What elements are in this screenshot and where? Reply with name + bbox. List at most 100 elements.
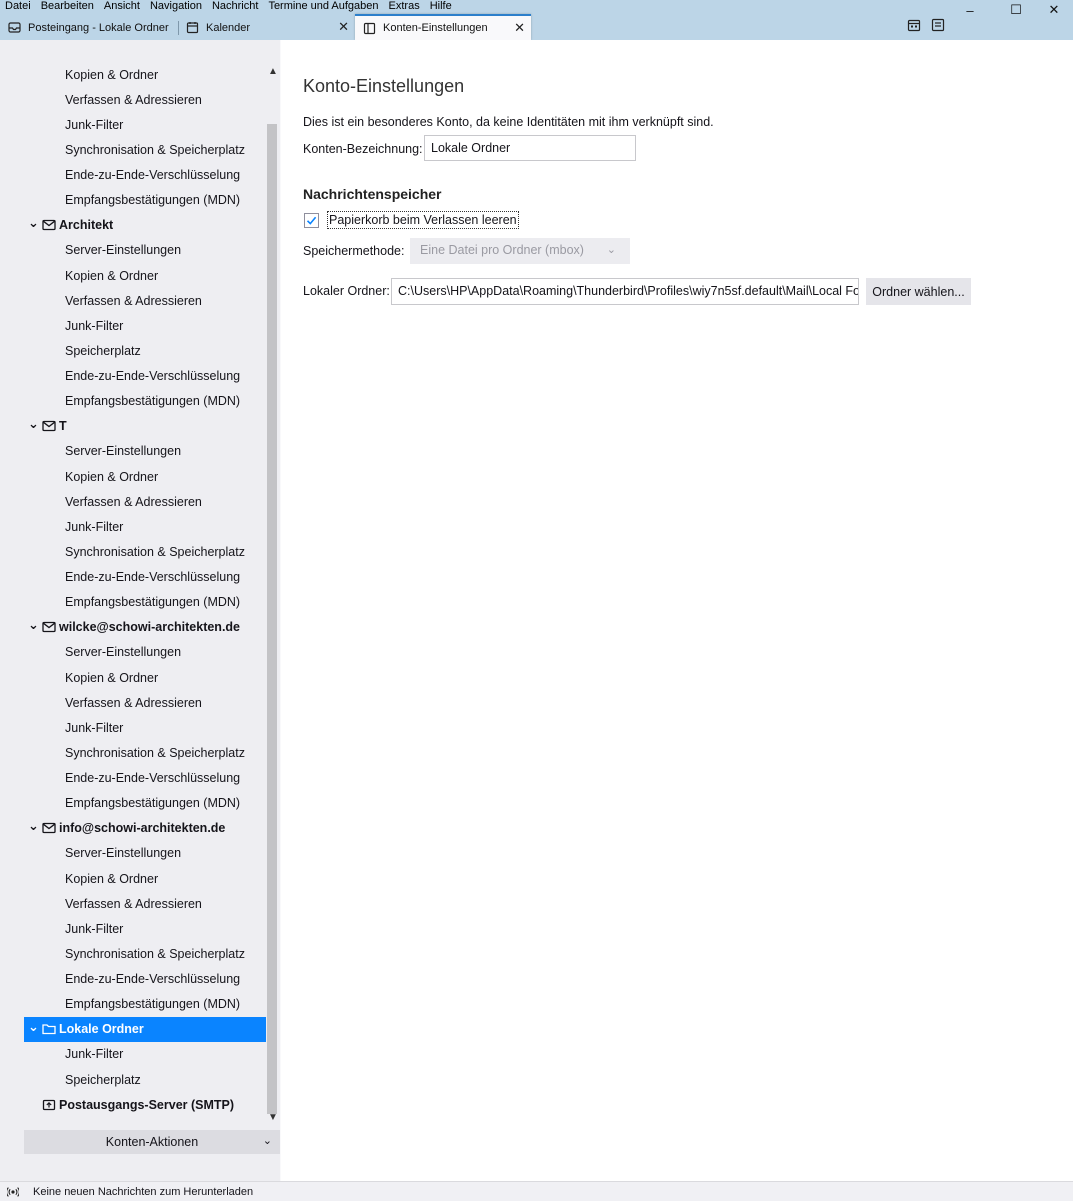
tree-item-label: Ende-zu-Ende-Verschlüsselung bbox=[65, 369, 241, 384]
tree-item[interactable]: Junk-Filter bbox=[0, 916, 266, 941]
tree-item[interactable]: Synchronisation & Speicherplatz bbox=[0, 137, 266, 162]
account-row[interactable]: ⌄ wilcke@schowi-architekten.de bbox=[0, 615, 266, 640]
minimize-button[interactable]: – bbox=[947, 0, 993, 20]
message-storage-heading: Nachrichtenspeicher bbox=[303, 186, 442, 202]
menu-hilfe[interactable]: Hilfe bbox=[425, 0, 457, 14]
tree-item[interactable]: Synchronisation & Speicherplatz bbox=[0, 539, 266, 564]
menu-bar: Datei Bearbeiten Ansicht Navigation Nach… bbox=[0, 0, 457, 14]
tree-item-label: Speicherplatz bbox=[65, 1072, 141, 1087]
tree-item[interactable]: Server-Einstellungen bbox=[0, 640, 266, 665]
tree-item[interactable]: Ende-zu-Ende-Verschlüsselung bbox=[0, 766, 266, 791]
tree-item[interactable]: Verfassen & Adressieren bbox=[0, 489, 266, 514]
choose-folder-button[interactable]: Ordner wählen... bbox=[866, 278, 971, 305]
status-bar: Keine neuen Nachrichten zum Herunterlade… bbox=[0, 1181, 1073, 1201]
close-icon[interactable]: ✕ bbox=[514, 21, 525, 35]
tab-calendar[interactable]: Kalender ✕ bbox=[178, 15, 356, 40]
account-row[interactable]: ⌄ T bbox=[0, 414, 266, 439]
tree-item-label: Kopien & Ordner bbox=[65, 67, 159, 82]
tree-item-label: Junk-Filter bbox=[65, 921, 124, 936]
calendar-icon[interactable] bbox=[907, 18, 921, 32]
sidebar-scrollbar[interactable]: ▲ ▼ bbox=[266, 60, 280, 1150]
tree-item-label: Server-Einstellungen bbox=[65, 645, 182, 660]
store-type-value: Eine Datei pro Ordner (mbox) bbox=[420, 243, 584, 257]
menu-nachricht[interactable]: Nachricht bbox=[207, 0, 263, 14]
tree-item[interactable]: Junk-Filter bbox=[0, 112, 266, 137]
tree-item[interactable]: Junk-Filter bbox=[0, 1042, 266, 1067]
tree-item[interactable]: Verfassen & Adressieren bbox=[0, 690, 266, 715]
tree-item-label: Empfangsbestätigungen (MDN) bbox=[65, 394, 241, 409]
calendar-icon bbox=[186, 21, 199, 34]
tree-item[interactable]: Empfangsbestätigungen (MDN) bbox=[0, 590, 266, 615]
account-row[interactable]: ⌄ info@schowi-architekten.de bbox=[0, 816, 266, 841]
scroll-down-icon[interactable]: ▼ bbox=[266, 1112, 280, 1123]
local-folder-label: Lokaler Ordner: bbox=[303, 284, 390, 298]
tab-account-settings[interactable]: Konten-Einstellungen ✕ bbox=[355, 14, 531, 40]
tasks-icon[interactable] bbox=[931, 18, 945, 32]
menu-datei[interactable]: Datei bbox=[0, 0, 36, 14]
account-row[interactable]: Postausgangs-Server (SMTP) bbox=[0, 1092, 266, 1117]
close-icon[interactable]: ✕ bbox=[338, 20, 349, 34]
menu-bearbeiten[interactable]: Bearbeiten bbox=[36, 0, 99, 14]
chevron-down-icon[interactable]: ⌄ bbox=[28, 417, 42, 430]
tree-item-label: Junk-Filter bbox=[65, 1047, 124, 1062]
account-description: Dies ist ein besonderes Konto, da keine … bbox=[303, 115, 714, 129]
tree-item[interactable]: Kopien & Ordner bbox=[0, 866, 266, 891]
chevron-down-icon[interactable]: ⌄ bbox=[28, 618, 42, 631]
menu-navigation[interactable]: Navigation bbox=[145, 0, 207, 14]
tree-item[interactable]: Empfangsbestätigungen (MDN) bbox=[0, 791, 266, 816]
tree-item[interactable]: Ende-zu-Ende-Verschlüsselung bbox=[0, 163, 266, 188]
tree-item[interactable]: Ende-zu-Ende-Verschlüsselung bbox=[0, 364, 266, 389]
inbox-icon bbox=[8, 21, 21, 34]
tree-item[interactable]: Kopien & Ordner bbox=[0, 263, 266, 288]
tree-item[interactable]: Kopien & Ordner bbox=[0, 464, 266, 489]
scroll-up-icon[interactable]: ▲ bbox=[266, 66, 280, 77]
tree-item[interactable]: Kopien & Ordner bbox=[0, 665, 266, 690]
tab-label: Kalender bbox=[206, 21, 251, 34]
tree-item[interactable]: Verfassen & Adressieren bbox=[0, 891, 266, 916]
tree-item[interactable]: Junk-Filter bbox=[0, 514, 266, 539]
tree-item[interactable]: Server-Einstellungen bbox=[0, 841, 266, 866]
menu-ansicht[interactable]: Ansicht bbox=[99, 0, 145, 14]
account-row[interactable]: ⌄ Architekt bbox=[0, 213, 266, 238]
tree-item[interactable]: Empfangsbestätigungen (MDN) bbox=[0, 992, 266, 1017]
empty-trash-checkbox[interactable] bbox=[304, 213, 319, 228]
tree-item-label: Server-Einstellungen bbox=[65, 444, 182, 459]
tree-item[interactable]: Server-Einstellungen bbox=[0, 238, 266, 263]
tree-item[interactable]: Speicherplatz bbox=[0, 1067, 266, 1092]
tree-item[interactable]: Ende-zu-Ende-Verschlüsselung bbox=[0, 565, 266, 590]
menu-extras[interactable]: Extras bbox=[384, 0, 425, 14]
local-folder-input[interactable]: C:\Users\HP\AppData\Roaming\Thunderbird\… bbox=[391, 278, 859, 305]
tree-item[interactable]: Synchronisation & Speicherplatz bbox=[0, 740, 266, 765]
tree-item[interactable]: Empfangsbestätigungen (MDN) bbox=[0, 389, 266, 414]
tab-label: Konten-Einstellungen bbox=[383, 22, 488, 34]
tree-item[interactable]: Ende-zu-Ende-Verschlüsselung bbox=[0, 967, 266, 992]
chevron-down-icon[interactable]: ⌄ bbox=[28, 1020, 42, 1033]
tree-item-label: Junk-Filter bbox=[65, 117, 124, 132]
empty-trash-label[interactable]: Papierkorb beim Verlassen leeren bbox=[327, 211, 519, 229]
tree-item[interactable]: Server-Einstellungen bbox=[0, 439, 266, 464]
tree-item[interactable]: Synchronisation & Speicherplatz bbox=[0, 941, 266, 966]
chevron-down-icon[interactable]: ⌄ bbox=[28, 819, 42, 832]
tree-item[interactable]: Empfangsbestätigungen (MDN) bbox=[0, 188, 266, 213]
tree-item[interactable]: Junk-Filter bbox=[0, 313, 266, 338]
scroll-thumb[interactable] bbox=[267, 124, 277, 1114]
close-window-button[interactable]: ✕ bbox=[1031, 0, 1073, 20]
account-name-input[interactable] bbox=[424, 135, 636, 161]
tree-item-label: Ende-zu-Ende-Verschlüsselung bbox=[65, 168, 241, 183]
tree-item[interactable]: Speicherplatz bbox=[0, 338, 266, 363]
tree-item[interactable]: Verfassen & Adressieren bbox=[0, 87, 266, 112]
account-row[interactable]: ⌄ Lokale Ordner bbox=[24, 1016, 266, 1042]
tree-item-label: Architekt bbox=[59, 218, 114, 233]
tab-inbox[interactable]: Posteingang - Lokale Ordner bbox=[0, 15, 179, 40]
tree-item-label: T bbox=[59, 419, 67, 434]
menu-termine[interactable]: Termine und Aufgaben bbox=[263, 0, 383, 14]
tree-item[interactable]: Kopien & Ordner bbox=[0, 62, 266, 87]
online-status-icon[interactable] bbox=[6, 1186, 20, 1198]
tree-item-label: Verfassen & Adressieren bbox=[65, 92, 202, 107]
tree-item[interactable]: Verfassen & Adressieren bbox=[0, 288, 266, 313]
tree-item-label: wilcke@schowi-architekten.de bbox=[59, 620, 240, 635]
chevron-down-icon[interactable]: ⌄ bbox=[28, 216, 42, 229]
account-actions-button[interactable]: Konten-Aktionen ⌄ bbox=[24, 1130, 280, 1154]
tree-item[interactable]: Junk-Filter bbox=[0, 715, 266, 740]
store-type-select[interactable]: Eine Datei pro Ordner (mbox) ⌄ bbox=[410, 238, 630, 264]
